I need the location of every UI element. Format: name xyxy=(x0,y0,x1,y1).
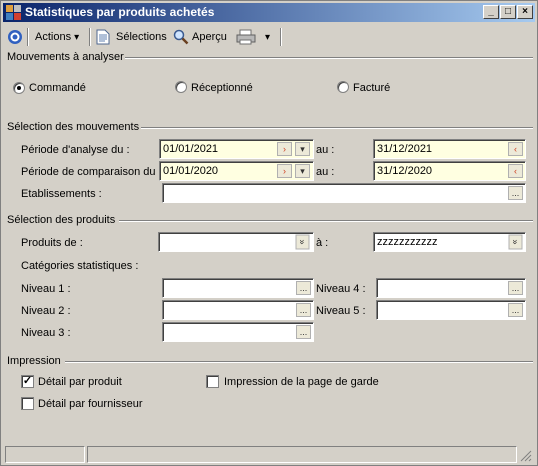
toolbar-separator xyxy=(89,28,91,46)
ellipsis-icon[interactable]: ... xyxy=(508,186,523,200)
close-button[interactable]: × xyxy=(517,5,533,19)
print-dropdown-icon[interactable]: ▾ xyxy=(265,32,270,43)
detail-fournisseur-checkbox[interactable] xyxy=(21,397,34,410)
periode-analyse-label: Période d'analyse du : xyxy=(21,144,130,156)
status-panel xyxy=(87,446,517,463)
ellipsis-icon[interactable]: ... xyxy=(296,325,311,339)
selections-button[interactable]: Sélections xyxy=(96,27,167,47)
ellipsis-icon[interactable]: ... xyxy=(508,303,523,317)
impression-divider xyxy=(65,361,533,363)
radio-receptionne-label[interactable]: Réceptionné xyxy=(191,82,253,95)
periode-comparaison-to-value: 31/12/2020 xyxy=(377,165,433,177)
target-button[interactable] xyxy=(7,27,23,47)
radio-commande-label[interactable]: Commandé xyxy=(29,82,86,95)
detail-produit-label[interactable]: Détail par produit xyxy=(38,376,122,389)
radio-facture[interactable] xyxy=(337,81,349,93)
periode-analyse-from-field[interactable]: 01/01/2021 › ▾ xyxy=(159,139,314,159)
date-dropdown-icon[interactable]: ▾ xyxy=(295,142,310,156)
periode-analyse-from-value: 01/01/2021 xyxy=(163,143,219,155)
produits-a-field[interactable]: zzzzzzzzzzz » xyxy=(373,232,526,252)
au-label: au : xyxy=(316,144,335,156)
ellipsis-icon[interactable]: ... xyxy=(508,281,523,295)
minimize-button[interactable]: _ xyxy=(483,5,499,19)
toolbar: Actions ▾ Sélections Aperçu ▾ xyxy=(3,24,535,49)
apercu-label: Aperçu xyxy=(192,31,227,43)
periode-comparaison-to-field[interactable]: 31/12/2020 ‹ xyxy=(373,161,526,181)
niveau3-field[interactable]: ... xyxy=(162,322,314,342)
magnifier-icon xyxy=(173,29,189,45)
print-button[interactable]: ▾ xyxy=(236,27,270,47)
produits-a-value: zzzzzzzzzzz xyxy=(377,236,438,248)
window-title: Statistiques par produits achetés xyxy=(25,5,215,19)
niveau2-label: Niveau 2 : xyxy=(21,305,71,317)
radio-commande[interactable] xyxy=(13,82,25,94)
actions-menu-button[interactable]: Actions ▾ xyxy=(35,27,79,47)
impression-header: Impression xyxy=(7,355,61,367)
niveau5-label: Niveau 5 : xyxy=(316,305,366,317)
apercu-button[interactable]: Aperçu xyxy=(173,27,227,47)
target-icon xyxy=(8,30,22,44)
etablissements-field[interactable]: ... xyxy=(162,183,526,203)
niveau1-label: Niveau 1 : xyxy=(21,283,71,295)
periode-analyse-to-value: 31/12/2021 xyxy=(377,143,433,155)
niveau2-field[interactable]: ... xyxy=(162,300,314,320)
niveau5-field[interactable]: ... xyxy=(376,300,526,320)
document-icon xyxy=(96,29,110,45)
periode-analyse-to-field[interactable]: 31/12/2021 ‹ xyxy=(373,139,526,159)
a-label: à : xyxy=(316,237,329,249)
selection-mouvements-header: Sélection des mouvements xyxy=(7,121,140,133)
app-icon xyxy=(6,5,21,20)
produits-de-field[interactable]: » xyxy=(158,232,314,252)
ellipsis-icon[interactable]: ... xyxy=(296,281,311,295)
actions-label: Actions xyxy=(35,31,72,43)
selections-label: Sélections xyxy=(116,31,167,43)
date-step-icon[interactable]: › xyxy=(277,142,292,156)
maximize-button[interactable]: □ xyxy=(500,5,516,19)
date-dropdown-icon[interactable]: ▾ xyxy=(295,164,310,178)
periode-comparaison-from-field[interactable]: 01/01/2020 › ▾ xyxy=(159,161,314,181)
ellipsis-icon[interactable]: ... xyxy=(296,303,311,317)
dropdown-arrow-icon: ▾ xyxy=(74,31,80,43)
toolbar-separator xyxy=(27,28,29,46)
calendar-icon[interactable]: ‹ xyxy=(508,142,523,156)
toolbar-separator xyxy=(280,28,282,46)
periode-comparaison-from-value: 01/01/2020 xyxy=(163,165,219,177)
niveau4-label: Niveau 4 : xyxy=(316,283,366,295)
calendar-icon[interactable]: ‹ xyxy=(508,164,523,178)
page-garde-label[interactable]: Impression de la page de garde xyxy=(224,376,379,389)
printer-icon xyxy=(236,29,256,45)
radio-facture-label[interactable]: Facturé xyxy=(353,82,390,95)
mouvements-header: Mouvements à analyser xyxy=(7,51,124,63)
au-label: au : xyxy=(316,166,335,178)
detail-fournisseur-label[interactable]: Détail par fournisseur xyxy=(38,398,143,411)
detail-produit-checkbox[interactable]: ✓ xyxy=(21,375,34,388)
produits-de-label: Produits de : xyxy=(21,237,83,249)
status-panel xyxy=(5,446,85,463)
niveau3-label: Niveau 3 : xyxy=(21,327,71,339)
periode-comparaison-label: Période de comparaison du : xyxy=(21,166,162,178)
selection-produits-header: Sélection des produits xyxy=(7,214,116,226)
categories-label: Catégories statistiques : xyxy=(21,260,139,272)
date-step-icon[interactable]: › xyxy=(277,164,292,178)
selection-produits-divider xyxy=(119,220,533,222)
niveau1-field[interactable]: ... xyxy=(162,278,314,298)
double-chevron-down-icon[interactable]: » xyxy=(295,234,310,250)
resize-grip-icon[interactable] xyxy=(520,450,532,462)
page-garde-checkbox[interactable] xyxy=(206,375,219,388)
double-chevron-down-icon[interactable]: » xyxy=(508,234,523,250)
etablissements-label: Etablissements : xyxy=(21,188,102,200)
niveau4-field[interactable]: ... xyxy=(376,278,526,298)
selection-mouvements-divider xyxy=(141,127,533,129)
radio-receptionne[interactable] xyxy=(175,81,187,93)
mouvements-divider xyxy=(125,57,533,59)
statistics-window: Statistiques par produits achetés _ □ × … xyxy=(0,0,538,466)
status-bar xyxy=(3,445,535,463)
title-bar[interactable]: Statistiques par produits achetés _ □ × xyxy=(3,3,535,22)
